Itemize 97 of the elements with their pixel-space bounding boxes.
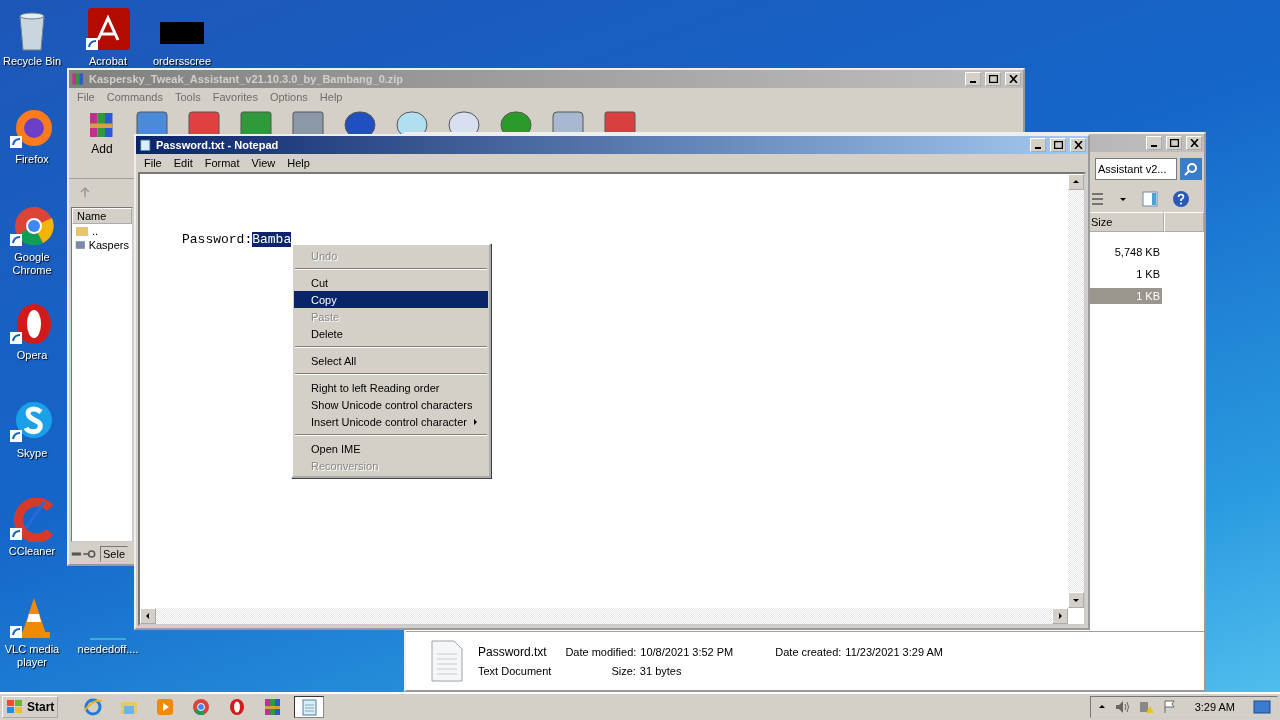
notepad-icon <box>299 697 320 717</box>
file-name[interactable]: .. <box>92 225 99 237</box>
ccleaner-shortcut-icon <box>10 498 54 542</box>
desktop-icon-label[interactable]: neededoff.... <box>77 643 139 656</box>
menu-item[interactable]: Insert Unicode control character <box>294 413 488 430</box>
menu-item[interactable]: Copy <box>294 291 488 308</box>
internet-explorer-icon <box>83 697 104 717</box>
menu-item[interactable]: Options <box>263 90 314 104</box>
up-arrow-icon <box>79 186 91 198</box>
notepad-icon <box>138 138 152 152</box>
line-icon <box>90 638 126 640</box>
desktop-icon-label[interactable]: Firefox <box>15 153 49 166</box>
desktop-icon-label[interactable]: Opera <box>16 349 48 362</box>
file-icon <box>75 239 86 251</box>
minimize-button[interactable] <box>1146 136 1162 150</box>
desktop-icon-label[interactable]: Skype <box>16 447 48 460</box>
size-value: 31 bytes <box>639 665 682 677</box>
close-icon <box>1189 139 1199 147</box>
close-button[interactable] <box>1005 72 1021 86</box>
minimize-button[interactable] <box>1030 138 1046 152</box>
menu-item[interactable]: Favorites <box>206 90 264 104</box>
close-icon <box>1008 75 1018 83</box>
search-field[interactable]: Assistant v2... <box>1095 158 1177 180</box>
key-icon <box>71 548 97 560</box>
menu-item[interactable]: File <box>138 156 168 170</box>
windows-logo-icon <box>6 699 24 715</box>
scroll-left-button[interactable] <box>140 608 156 624</box>
menu-item[interactable]: Cut <box>294 274 488 291</box>
network-warning-icon <box>1138 700 1155 714</box>
document-text: Password: <box>182 232 253 247</box>
add-button[interactable]: Add <box>87 110 117 156</box>
menu-item[interactable]: Select All <box>294 352 488 369</box>
window-title: Password.txt - Notepad <box>156 139 280 151</box>
desktop-icon-label[interactable]: Acrobat <box>89 55 127 68</box>
scroll-up-button[interactable] <box>1068 174 1084 190</box>
date-created-value: 11/23/2021 3:29 AM <box>845 646 943 658</box>
clock[interactable]: 3:29 AM <box>1194 701 1235 713</box>
desktop-icon-label[interactable]: Recycle Bin <box>2 55 62 68</box>
maximize-button[interactable] <box>1166 136 1182 150</box>
size-label: Size: <box>611 665 636 677</box>
preview-pane-icon <box>1142 191 1158 207</box>
file-name: Password.txt <box>478 645 548 659</box>
play-icon <box>155 697 176 717</box>
desktop-icon-label[interactable]: CCleaner <box>8 545 56 558</box>
start-button[interactable]: Start <box>2 696 59 718</box>
window-title: Kaspersky_Tweak_Assistant_v21.10.3.0_by_Bambang_0.zip <box>89 73 405 85</box>
menu-item[interactable]: Right to left Reading order <box>294 379 488 396</box>
help-icon <box>1172 190 1190 208</box>
size-cell[interactable]: 1 KB <box>1090 266 1162 282</box>
scroll-down-button[interactable] <box>1068 592 1084 608</box>
menu-item[interactable]: Open IME <box>294 440 488 457</box>
file-name[interactable]: Kaspers <box>88 239 129 251</box>
scroll-right-button[interactable] <box>1052 608 1068 624</box>
pdf-shortcut-icon <box>86 8 130 52</box>
menu-item[interactable]: Show Unicode control characters <box>294 396 488 413</box>
maximize-icon <box>1169 139 1179 147</box>
menu-item[interactable]: View <box>245 156 282 170</box>
desktop-icon-label[interactable]: Google Chrome <box>0 251 64 277</box>
speaker-icon <box>1114 700 1131 714</box>
maximize-button[interactable] <box>1050 138 1066 152</box>
menu-item[interactable]: Help <box>281 156 316 170</box>
taskbar-app-button[interactable] <box>294 696 325 718</box>
close-button[interactable] <box>1070 138 1086 152</box>
flag-icon <box>1162 700 1177 714</box>
maximize-icon <box>1053 141 1063 149</box>
menu-item[interactable]: Commands <box>100 90 169 104</box>
chrome-shortcut-icon <box>10 204 54 248</box>
date-created-label: Date created: <box>775 646 842 658</box>
horizontal-scrollbar[interactable] <box>140 608 1068 624</box>
text-document-icon <box>430 640 464 682</box>
skype-shortcut-icon <box>10 400 54 444</box>
chrome-icon <box>191 697 212 717</box>
close-icon <box>1073 141 1083 149</box>
status-text: Sele <box>100 546 129 562</box>
maximize-icon <box>988 75 998 83</box>
close-button[interactable] <box>1186 136 1202 150</box>
search-button[interactable] <box>1180 158 1202 180</box>
search-icon <box>1184 162 1198 176</box>
date-modified-label: Date modified: <box>565 646 637 658</box>
vertical-scrollbar[interactable] <box>1068 174 1084 608</box>
menu-item[interactable]: Delete <box>294 325 488 342</box>
menu-item[interactable]: Format <box>198 156 246 170</box>
date-modified-value: 10/8/2021 3:52 PM <box>640 646 734 658</box>
menu-item[interactable]: Edit <box>167 156 199 170</box>
opera-shortcut-icon <box>10 302 54 346</box>
column-header[interactable]: Size <box>1088 212 1164 232</box>
desktop-icon-label[interactable]: VLC media player <box>0 643 64 669</box>
selected-text: Bamba <box>252 232 292 247</box>
column-header[interactable]: Name <box>72 208 132 224</box>
size-cell[interactable]: 5,748 KB <box>1090 244 1162 260</box>
menu-item[interactable]: Tools <box>169 90 207 104</box>
maximize-button[interactable] <box>985 72 1001 86</box>
minimize-button[interactable] <box>965 72 981 86</box>
archive-books-icon <box>71 72 85 86</box>
file-type: Text Document <box>478 665 552 677</box>
desktop-icon-label[interactable]: ordersscree <box>152 55 212 68</box>
show-desktop-icon <box>1253 700 1271 714</box>
